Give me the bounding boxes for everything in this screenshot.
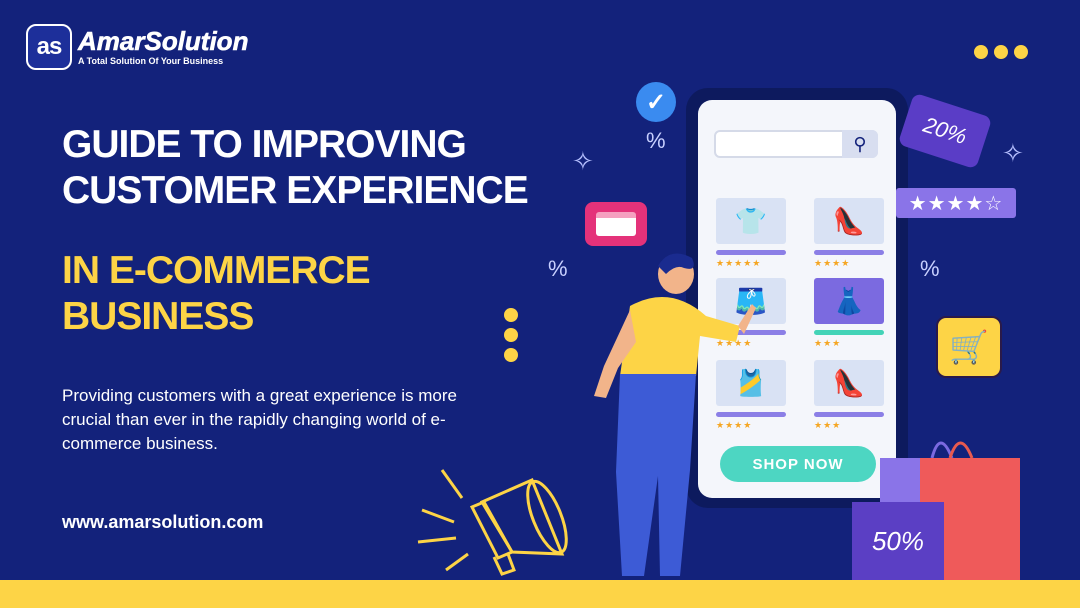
product-card[interactable]: 👗 [814,278,884,324]
description: Providing customers with a great experie… [62,386,457,453]
person-illustration [594,253,756,576]
headline-line-2: CUSTOMER EXPERIENCE [62,169,529,212]
sparkle-icon: ✧ [572,146,594,176]
shirt-icon: 👕 [734,205,768,236]
subheadline-line-2: BUSINESS [62,295,254,338]
heel-icon: 👠 [832,205,866,236]
dress-icon: 👗 [832,285,866,316]
product-bar [814,412,884,417]
discount-tag: 20% [897,92,993,170]
banner: as AmarSolution A Total Solution Of Your… [0,0,1080,608]
sparkle-icon: ✧ [1002,138,1024,168]
product-rating: ★★★ [814,420,842,430]
search-input[interactable]: ⚲ [714,130,878,158]
brand-tagline: A Total Solution Of Your Business [78,56,224,66]
dot [504,328,518,342]
headline-line-1: GUIDE TO IMPROVING [62,123,467,166]
heel-icon: 👠 [832,367,866,398]
rating-stars: ★★★★☆ [896,188,1016,218]
product-card[interactable]: 👠 [814,360,884,406]
search-icon[interactable]: ⚲ [842,130,878,158]
dot [504,308,518,322]
dot [504,348,518,362]
product-rating: ★★★ [814,338,842,348]
cart-icon: 🛒 [936,316,1002,378]
credit-card-icon [585,202,647,246]
percent-icon: % [646,128,666,153]
logo-text: AmarSolution A Total Solution Of Your Bu… [78,26,249,66]
website-link[interactable]: www.amarsolution.com [62,512,263,533]
checkmark-icon: ✓ [636,82,676,122]
product-card[interactable]: 👕 [716,198,786,244]
percent-icon: % [548,256,568,281]
percent-icon: % [920,256,940,281]
product-bar [814,330,884,335]
bag-label: 50% [852,502,944,580]
footer-bar [0,580,1080,608]
dot [1014,45,1028,59]
dot [994,45,1008,59]
decorative-dots-vertical [504,308,518,362]
megaphone-icon [417,469,568,576]
subheadline: IN E-COMMERCE BUSINESS [62,248,502,340]
product-card[interactable]: 👠 [814,198,884,244]
headline: GUIDE TO IMPROVING CUSTOMER EXPERIENCE [62,122,582,214]
product-bar [814,250,884,255]
decorative-dots-top [974,45,1028,59]
subheadline-line-1: IN E-COMMERCE [62,249,371,292]
product-rating: ★★★★ [814,258,851,268]
dot [974,45,988,59]
brand-logo[interactable]: as AmarSolution A Total Solution Of Your… [26,24,249,70]
brand-name: AmarSolution [78,26,249,56]
logo-mark: as [26,24,72,70]
